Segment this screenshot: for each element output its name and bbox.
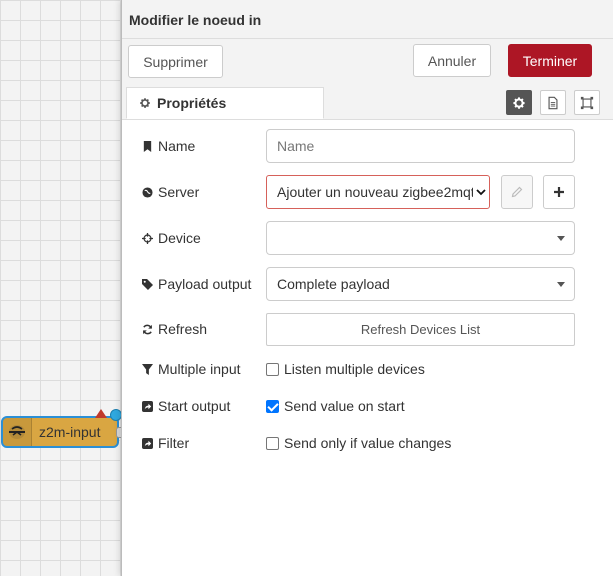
tag-icon <box>142 278 153 290</box>
tray-header: Modifier le noeud in <box>122 0 613 39</box>
tab-appearance-button[interactable] <box>574 90 600 115</box>
label-name: Name <box>142 138 195 154</box>
gear-icon <box>513 96 525 109</box>
multiple-input-checkbox-label: Listen multiple devices <box>284 361 425 377</box>
chevron-down-icon <box>557 236 565 241</box>
start-output-checkbox[interactable] <box>266 399 279 413</box>
multiple-input-checkbox[interactable] <box>266 362 279 376</box>
tab-properties[interactable]: Propriétés <box>126 87 324 119</box>
chevron-down-icon <box>476 189 486 196</box>
start-output-checkbox-label: Send value on start <box>284 398 405 414</box>
label-start-output-text: Start output <box>158 398 231 414</box>
node-label: z2m-input <box>39 424 101 440</box>
row-start-output: Start output Send value on start <box>122 397 613 415</box>
refresh-icon <box>143 324 152 334</box>
row-payload-output: Payload output Complete payload <box>122 267 613 301</box>
server-edit-button[interactable] <box>501 175 533 209</box>
row-name: Name Name <box>122 129 613 163</box>
row-multiple-input: Multiple input Listen multiple devices <box>122 360 613 378</box>
label-multiple-input-text: Multiple input <box>158 361 241 377</box>
tray-tabs: Propriétés <box>122 87 613 120</box>
z2m-input-node[interactable]: z2m-input <box>1 409 127 448</box>
plus-icon <box>554 187 564 197</box>
device-select[interactable] <box>266 221 575 255</box>
label-start-output: Start output <box>142 398 230 414</box>
server-add-button[interactable] <box>543 175 575 209</box>
server-select[interactable]: Ajouter un nouveau zigbee2mqtt <box>266 175 490 209</box>
gear-icon <box>140 98 150 108</box>
node-changed-indicator <box>95 409 107 418</box>
refresh-devices-button[interactable]: Refresh Devices List <box>266 313 575 346</box>
crosshairs-icon <box>142 232 153 244</box>
label-payload-output-text: Payload output <box>158 276 252 292</box>
chevron-down-icon <box>557 282 565 287</box>
row-server: Server Ajouter un nouveau zigbee2mqtt <box>122 175 613 209</box>
frame-icon <box>580 96 594 109</box>
delete-button[interactable]: Supprimer <box>128 45 223 78</box>
label-name-text: Name <box>158 138 196 154</box>
payload-output-select[interactable]: Complete payload <box>266 267 575 301</box>
done-button[interactable]: Terminer <box>508 44 592 77</box>
payload-output-selected: Complete payload <box>277 276 390 292</box>
filter-checkbox-wrap[interactable]: Send only if value changes <box>266 435 451 451</box>
tab-properties-label: Propriétés <box>157 95 227 111</box>
label-refresh: Refresh <box>142 321 207 337</box>
share-square-icon <box>142 437 153 449</box>
tray-title: Modifier le noeud in <box>129 12 262 28</box>
start-output-checkbox-wrap[interactable]: Send value on start <box>266 398 405 414</box>
server-selected: Ajouter un nouveau zigbee2mqtt <box>277 184 473 200</box>
bookmark-icon <box>143 140 152 152</box>
pencil-icon <box>511 186 523 198</box>
row-refresh: Refresh Refresh Devices List <box>122 313 613 346</box>
row-filter: Filter Send only if value changes <box>122 434 613 452</box>
cancel-button[interactable]: Annuler <box>413 44 491 77</box>
filter-icon <box>142 363 153 375</box>
filter-checkbox-label: Send only if value changes <box>284 435 452 451</box>
tab-settings-button[interactable] <box>506 90 532 115</box>
label-payload-output: Payload output <box>142 276 251 292</box>
label-refresh-text: Refresh <box>158 321 208 337</box>
tab-description-button[interactable] <box>540 90 566 115</box>
document-icon <box>548 96 558 109</box>
name-input[interactable]: Name <box>266 129 575 163</box>
multiple-input-checkbox-wrap[interactable]: Listen multiple devices <box>266 361 425 377</box>
tray-toolbar: Supprimer Annuler Terminer <box>122 39 613 87</box>
label-filter-text: Filter <box>158 435 190 451</box>
zigbee-bee-icon <box>3 418 32 446</box>
label-server-text: Server <box>158 184 200 200</box>
share-square-icon <box>142 400 153 412</box>
edit-tray: Modifier le noeud in Supprimer Annuler T… <box>121 0 613 576</box>
label-device: Device <box>142 230 201 246</box>
label-multiple-input: Multiple input <box>142 361 241 377</box>
label-device-text: Device <box>158 230 201 246</box>
globe-icon <box>142 186 153 198</box>
label-filter: Filter <box>142 435 189 451</box>
filter-checkbox[interactable] <box>266 436 279 450</box>
label-server: Server <box>142 184 199 200</box>
name-placeholder: Name <box>277 138 315 154</box>
row-device: Device <box>122 221 613 255</box>
